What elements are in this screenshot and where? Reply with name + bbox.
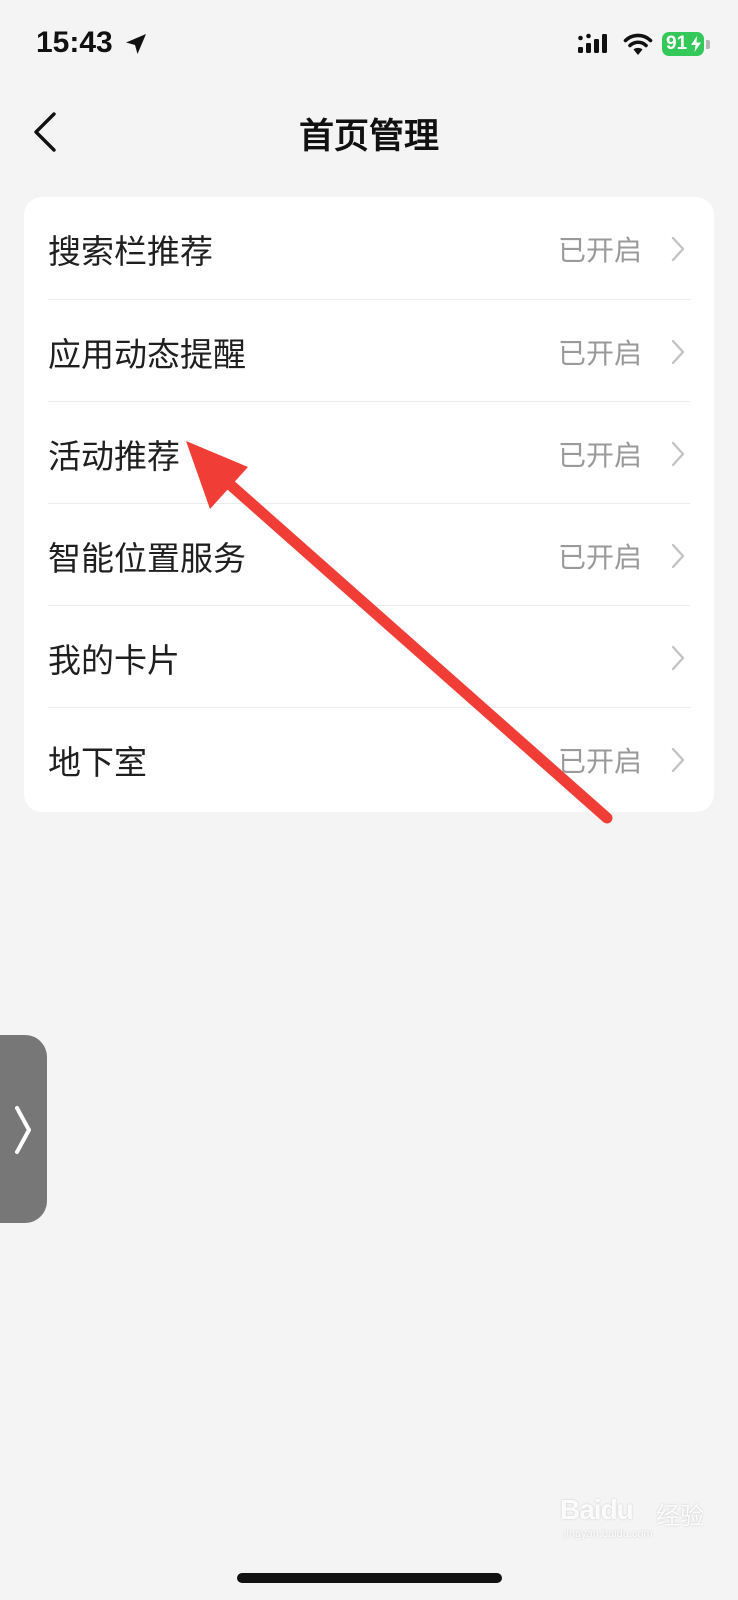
wifi-icon xyxy=(623,33,653,55)
settings-item-status: 已开启 xyxy=(557,541,642,574)
settings-item-status: 已开启 xyxy=(557,337,642,370)
battery-cap xyxy=(706,40,710,49)
settings-item-status: 已开启 xyxy=(557,439,642,472)
chevron-right-icon xyxy=(671,543,685,569)
settings-item-label: 地下室 xyxy=(48,743,147,782)
status-time: 15:43 xyxy=(36,26,113,59)
settings-item-label: 搜索栏推荐 xyxy=(48,232,213,271)
chevron-right-icon xyxy=(671,441,685,467)
location-arrow-icon xyxy=(126,34,146,54)
home-indicator[interactable] xyxy=(237,1573,502,1583)
watermark-text: 经验 xyxy=(656,1503,704,1530)
settings-item-app-activity-reminder[interactable]: 应用动态提醒 已开启 xyxy=(24,300,714,402)
settings-item-label: 智能位置服务 xyxy=(48,539,246,578)
settings-item-activity-recommend[interactable]: 活动推荐 已开启 xyxy=(24,402,714,504)
nav-bar: 首页管理 xyxy=(0,90,738,170)
chevron-right-icon xyxy=(671,339,685,365)
watermark: Baidu 经验 jingyan.baidu.com xyxy=(560,1492,710,1544)
side-handle[interactable] xyxy=(0,1035,47,1223)
charging-bolt-icon xyxy=(691,36,701,52)
settings-item-my-cards[interactable]: 我的卡片 xyxy=(24,606,714,708)
settings-item-label: 活动推荐 xyxy=(48,437,180,476)
settings-item-label: 应用动态提醒 xyxy=(48,335,246,374)
battery-indicator: 91 xyxy=(662,32,704,56)
settings-item-status: 已开启 xyxy=(557,234,642,267)
chevron-right-icon xyxy=(671,645,685,671)
settings-item-basement[interactable]: 地下室 已开启 xyxy=(24,708,714,810)
settings-item-label: 我的卡片 xyxy=(48,641,180,680)
chevron-right-icon xyxy=(671,236,685,262)
watermark-url: jingyan.baidu.com xyxy=(564,1528,653,1540)
chevron-right-icon xyxy=(671,747,685,773)
chevron-right-icon xyxy=(15,1106,31,1154)
settings-card: 搜索栏推荐 已开启 应用动态提醒 已开启 活动推荐 已开启 智能位置服务 已开启… xyxy=(24,197,714,812)
page-title: 首页管理 xyxy=(298,117,439,157)
watermark-logo: Baidu xyxy=(560,1494,634,1525)
cellular-signal-icon xyxy=(578,33,607,53)
settings-item-smart-location[interactable]: 智能位置服务 已开启 xyxy=(24,504,714,606)
settings-item-status: 已开启 xyxy=(557,745,642,778)
battery-level: 91 xyxy=(666,33,688,54)
settings-item-search-bar-recommend[interactable]: 搜索栏推荐 已开启 xyxy=(24,197,714,299)
status-bar: 15:43 91 xyxy=(0,0,738,90)
